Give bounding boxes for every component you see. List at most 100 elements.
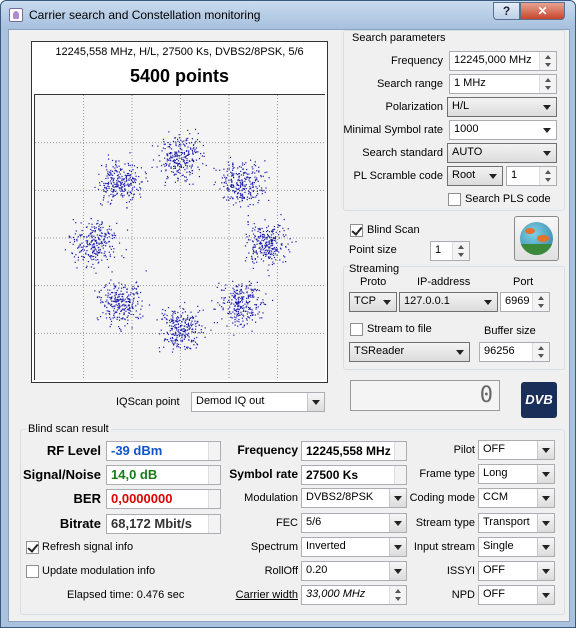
chevron-down-icon bbox=[480, 293, 497, 311]
lcd-display: 0 bbox=[350, 380, 500, 411]
port-input[interactable]: 6969 bbox=[500, 292, 550, 312]
spinner-icon[interactable] bbox=[539, 167, 556, 185]
modulation-value: DVBS2/8PSK bbox=[306, 491, 374, 503]
spinner-icon[interactable] bbox=[532, 293, 549, 311]
chevron-down-icon bbox=[389, 489, 406, 507]
spinner-icon[interactable] bbox=[539, 52, 556, 70]
carrier-width-input[interactable]: 33,000 MHz bbox=[301, 585, 407, 605]
client-area: 12245,558 MHz, H/L, 27500 Ks, DVBS2/8PSK… bbox=[8, 29, 570, 622]
search-pls-checkbox[interactable] bbox=[448, 193, 461, 206]
spectrum-label: Spectrum bbox=[250, 541, 298, 553]
refresh-signal-label: Refresh signal info bbox=[42, 541, 134, 553]
spinner-icon[interactable] bbox=[452, 242, 469, 260]
modulation-select[interactable]: DVBS2/8PSK bbox=[301, 488, 407, 508]
search-standard-select[interactable]: AUTO bbox=[447, 143, 557, 163]
constellation-cluster bbox=[151, 128, 207, 187]
stream-type-select[interactable]: Transport bbox=[478, 513, 555, 533]
proto-select[interactable]: TCP bbox=[349, 292, 397, 312]
proto-label: Proto bbox=[360, 276, 387, 288]
point-size-label: Point size bbox=[349, 244, 397, 256]
modulation-label: Modulation bbox=[244, 492, 298, 504]
rolloff-select[interactable]: 0.20 bbox=[301, 561, 407, 581]
min-symbol-rate-value: 1000 bbox=[454, 123, 479, 135]
signal-noise-value: 14,0 dB bbox=[106, 465, 221, 485]
ber-text: 0,0000000 bbox=[111, 491, 173, 506]
constellation-cluster bbox=[156, 301, 212, 353]
lcd-value: 0 bbox=[479, 383, 493, 408]
npd-select[interactable]: OFF bbox=[478, 585, 555, 605]
search-range-input[interactable]: 1 MHz bbox=[449, 74, 557, 94]
rf-level-value: -39 dBm bbox=[106, 441, 221, 461]
spinner-icon[interactable] bbox=[389, 586, 406, 604]
blind-scan-checkbox[interactable] bbox=[350, 224, 363, 237]
chevron-down-icon bbox=[389, 538, 406, 556]
polarization-label: Polarization bbox=[385, 101, 443, 113]
carrier-width-label[interactable]: Carrier width bbox=[219, 589, 298, 601]
point-size-input[interactable]: 1 bbox=[430, 241, 470, 261]
stream-type-value: Transport bbox=[483, 516, 530, 528]
chevron-down-icon bbox=[537, 441, 554, 459]
pl-code-input[interactable]: 1 bbox=[506, 166, 557, 186]
help-button[interactable]: ? bbox=[493, 2, 520, 20]
spinner-icon[interactable] bbox=[532, 343, 549, 361]
reader-select[interactable]: TSReader bbox=[349, 342, 470, 362]
rolloff-value: 0.20 bbox=[306, 564, 328, 576]
window-title: Carrier search and Constellation monitor… bbox=[29, 8, 261, 22]
frequency-result-text: 12245,558 MHz bbox=[306, 444, 391, 458]
chevron-down-icon bbox=[539, 98, 556, 116]
iqscan-label: IQScan point bbox=[116, 396, 180, 408]
stream-type-label: Stream type bbox=[415, 517, 475, 529]
pilot-value: OFF bbox=[483, 443, 505, 455]
bitrate-text: 68,172 Mbit/s bbox=[111, 516, 192, 531]
spectrum-select[interactable]: Inverted bbox=[301, 537, 407, 557]
polarization-select[interactable]: H/L bbox=[447, 97, 557, 117]
search-pls-label: Search PLS code bbox=[465, 193, 551, 205]
symbol-rate-value: 27500 Ks bbox=[301, 465, 407, 485]
reader-value: TSReader bbox=[354, 345, 405, 357]
chevron-down-icon bbox=[537, 514, 554, 532]
refresh-signal-checkbox[interactable] bbox=[26, 541, 39, 554]
frequency-result-value: 12245,558 MHz bbox=[301, 441, 407, 461]
input-stream-select[interactable]: Single bbox=[478, 537, 555, 557]
min-symbol-rate-select[interactable]: 1000 bbox=[449, 120, 557, 140]
input-stream-label: Input stream bbox=[413, 541, 475, 553]
constellation-cluster bbox=[244, 214, 297, 277]
polarization-value: H/L bbox=[452, 100, 470, 112]
buffer-size-input[interactable]: 96256 bbox=[479, 342, 550, 362]
search-range-label: Search range bbox=[376, 78, 443, 90]
input-stream-value: Single bbox=[483, 540, 514, 552]
carrier-width-value: 33,000 MHz bbox=[306, 588, 366, 600]
satellite-button[interactable] bbox=[514, 216, 559, 261]
ip-value: 127.0.0.1 bbox=[404, 295, 450, 307]
update-modulation-checkbox[interactable] bbox=[26, 565, 39, 578]
stream-to-file-checkbox[interactable] bbox=[350, 323, 363, 336]
pl-mode-select[interactable]: Root bbox=[447, 166, 503, 186]
spinner-icon[interactable] bbox=[539, 75, 556, 93]
points-count: 5400 points bbox=[129, 66, 230, 86]
search-standard-label: Search standard bbox=[362, 147, 443, 159]
chevron-down-icon bbox=[379, 293, 396, 311]
search-standard-value: AUTO bbox=[452, 146, 483, 158]
issyi-label: ISSYI bbox=[446, 565, 475, 577]
blind-scan-label: Blind Scan bbox=[367, 224, 420, 236]
coding-mode-select[interactable]: CCM bbox=[478, 488, 555, 508]
frame-type-select[interactable]: Long bbox=[478, 464, 555, 484]
close-button[interactable]: ✕ bbox=[520, 2, 565, 20]
ip-select[interactable]: 127.0.0.1 bbox=[399, 292, 498, 312]
fec-select[interactable]: 5/6 bbox=[301, 513, 407, 533]
constellation-plot bbox=[34, 94, 325, 380]
streaming-title: Streaming bbox=[348, 263, 401, 275]
title-bar[interactable]: Carrier search and Constellation monitor… bbox=[1, 1, 575, 29]
chevron-down-icon bbox=[537, 465, 554, 483]
chevron-down-icon bbox=[537, 538, 554, 556]
npd-label: NPD bbox=[451, 589, 475, 601]
rf-level-text: -39 dBm bbox=[111, 443, 163, 458]
issyi-select[interactable]: OFF bbox=[478, 561, 555, 581]
pilot-label: Pilot bbox=[453, 444, 475, 456]
spinner-icon bbox=[394, 466, 406, 484]
iqscan-select[interactable]: Demod IQ out bbox=[191, 392, 325, 412]
frequency-input[interactable]: 12245,000 MHz bbox=[449, 51, 557, 71]
chevron-down-icon bbox=[389, 514, 406, 532]
pilot-select[interactable]: OFF bbox=[478, 440, 555, 460]
stream-to-file-label: Stream to file bbox=[367, 323, 432, 335]
